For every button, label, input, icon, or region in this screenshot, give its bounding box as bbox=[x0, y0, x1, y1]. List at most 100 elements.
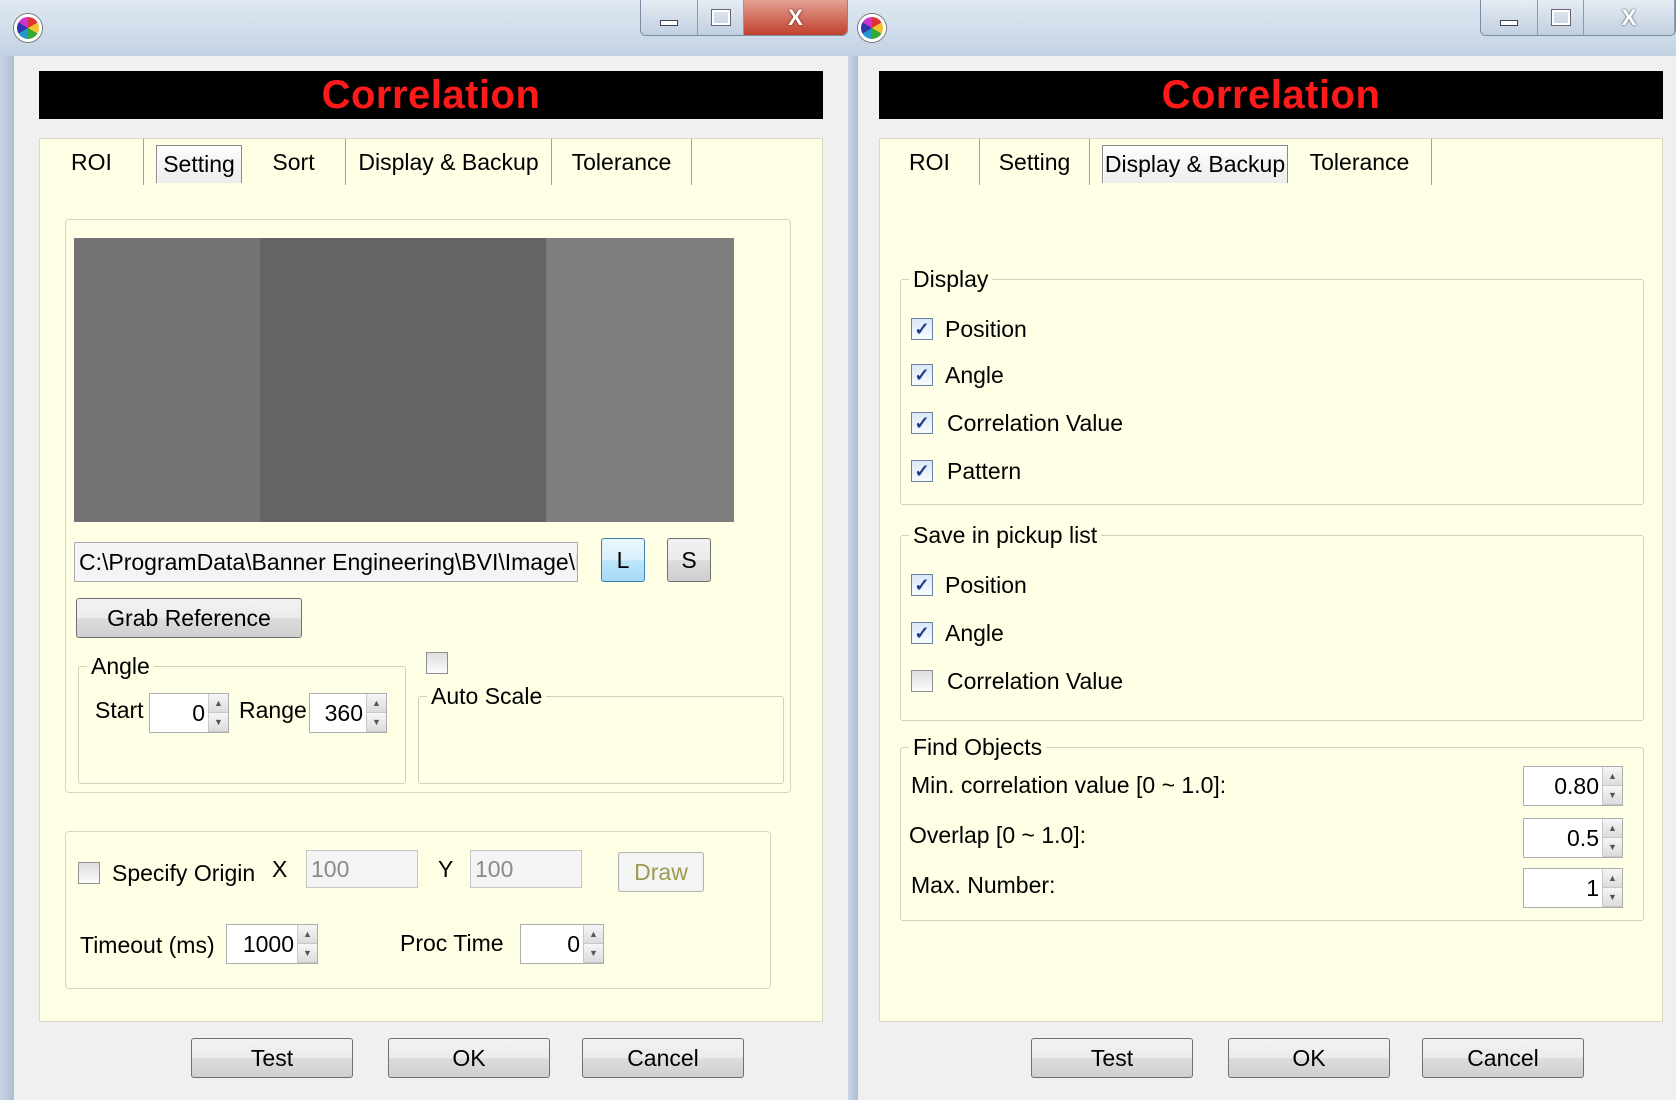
cancel-button[interactable]: Cancel bbox=[1422, 1038, 1584, 1078]
down-arrow-icon[interactable]: ▼ bbox=[298, 944, 317, 963]
page-title: Correlation bbox=[879, 71, 1663, 119]
start-value: 0 bbox=[192, 699, 205, 726]
range-value: 360 bbox=[324, 699, 363, 726]
minimize-button[interactable] bbox=[641, 0, 699, 35]
display-group-label: Display bbox=[909, 266, 993, 293]
app-icon[interactable] bbox=[858, 14, 886, 42]
minimize-button[interactable] bbox=[1481, 0, 1539, 35]
tab-display-backup[interactable]: Display & Backup bbox=[1102, 145, 1288, 183]
start-stepper[interactable]: 0 ▲ ▼ bbox=[149, 693, 229, 733]
proc-time-value: 0 bbox=[567, 930, 580, 957]
image-path-field[interactable]: C:\ProgramData\Banner Engineering\BVI\Im… bbox=[74, 542, 578, 582]
load-button[interactable]: L bbox=[601, 538, 645, 582]
tab-display-backup[interactable]: Display & Backup bbox=[346, 139, 552, 185]
window-frame-left bbox=[0, 56, 14, 1100]
tab-area: ROI Setting Display & Backup Tolerance D… bbox=[879, 138, 1663, 1022]
window-frame-left bbox=[848, 56, 858, 1100]
display-angle-checkbox[interactable]: ✓ bbox=[911, 364, 933, 386]
up-arrow-icon[interactable]: ▲ bbox=[367, 694, 386, 713]
minimize-icon bbox=[660, 19, 679, 26]
display-correlation-label: Correlation Value bbox=[947, 410, 1124, 436]
tab-sort[interactable]: Sort bbox=[242, 139, 346, 185]
tab-area: ROI Setting Sort Display & Backup Tolera… bbox=[39, 138, 823, 1022]
ok-button[interactable]: OK bbox=[388, 1038, 550, 1078]
ok-button[interactable]: OK bbox=[1228, 1038, 1390, 1078]
auto-scale-checkbox[interactable] bbox=[426, 652, 448, 674]
range-stepper[interactable]: 360 ▲ ▼ bbox=[309, 693, 387, 733]
stepper-arrows[interactable]: ▲ ▼ bbox=[583, 925, 603, 963]
tab-setting[interactable]: Setting bbox=[980, 139, 1090, 185]
y-label: Y bbox=[438, 856, 454, 882]
stepper-arrows[interactable]: ▲ ▼ bbox=[366, 694, 386, 732]
timeout-stepper[interactable]: 1000 ▲ ▼ bbox=[226, 924, 318, 964]
up-arrow-icon[interactable]: ▲ bbox=[1603, 819, 1622, 838]
angle-group: Angle Start 0 ▲ ▼ Range 360 ▲ ▼ bbox=[78, 653, 406, 784]
down-arrow-icon[interactable]: ▼ bbox=[209, 713, 228, 732]
down-arrow-icon[interactable]: ▼ bbox=[367, 713, 386, 732]
down-arrow-icon[interactable]: ▼ bbox=[1603, 888, 1622, 907]
down-arrow-icon[interactable]: ▼ bbox=[584, 944, 603, 963]
display-pattern-checkbox[interactable]: ✓ bbox=[911, 460, 933, 482]
grab-reference-button[interactable]: Grab Reference bbox=[76, 598, 302, 638]
pickup-angle-checkbox[interactable]: ✓ bbox=[911, 622, 933, 644]
pickup-correlation-checkbox[interactable] bbox=[911, 670, 933, 692]
display-pattern-label: Pattern bbox=[947, 458, 1022, 484]
maximize-button[interactable] bbox=[698, 0, 745, 35]
pickup-position-checkbox[interactable]: ✓ bbox=[911, 574, 933, 596]
find-objects-group: Find Objects Min. correlation value [0 ~… bbox=[900, 734, 1644, 921]
tab-setting[interactable]: Setting bbox=[156, 145, 242, 183]
save-button[interactable]: S bbox=[667, 538, 711, 582]
left-window: X Correlation ROI Setting Sort Display &… bbox=[0, 0, 848, 1100]
min-correlation-value: 0.80 bbox=[1554, 772, 1599, 799]
stepper-arrows[interactable]: ▲ ▼ bbox=[1602, 767, 1622, 805]
cancel-button[interactable]: Cancel bbox=[582, 1038, 744, 1078]
display-group: Display ✓ Position ✓ Angle ✓ Correlation… bbox=[900, 266, 1644, 505]
close-button[interactable]: X bbox=[744, 0, 847, 35]
start-label: Start bbox=[95, 697, 144, 723]
app-icon[interactable] bbox=[14, 14, 42, 42]
max-number-stepper[interactable]: 1 ▲ ▼ bbox=[1523, 868, 1623, 908]
draw-button[interactable]: Draw bbox=[618, 852, 704, 892]
up-arrow-icon[interactable]: ▲ bbox=[209, 694, 228, 713]
display-correlation-checkbox[interactable]: ✓ bbox=[911, 412, 933, 434]
up-arrow-icon[interactable]: ▲ bbox=[1603, 767, 1622, 786]
maximize-icon bbox=[1551, 10, 1570, 25]
reference-panel: C:\ProgramData\Banner Engineering\BVI\Im… bbox=[65, 219, 791, 793]
caption-buttons: X bbox=[640, 0, 848, 36]
maximize-icon bbox=[711, 10, 730, 25]
stepper-arrows[interactable]: ▲ ▼ bbox=[1602, 819, 1622, 857]
pickup-angle-label: Angle bbox=[945, 620, 1004, 646]
up-arrow-icon[interactable]: ▲ bbox=[1603, 869, 1622, 888]
max-number-label: Max. Number: bbox=[911, 872, 1056, 898]
tab-roi[interactable]: ROI bbox=[880, 139, 980, 185]
down-arrow-icon[interactable]: ▼ bbox=[1603, 838, 1622, 857]
image-region bbox=[74, 238, 260, 522]
origin-x-field[interactable]: 100 bbox=[306, 850, 418, 888]
tab-tolerance[interactable]: Tolerance bbox=[552, 139, 692, 185]
minimize-icon bbox=[1500, 19, 1519, 26]
overlap-label: Overlap [0 ~ 1.0]: bbox=[909, 822, 1087, 848]
proc-time-stepper[interactable]: 0 ▲ ▼ bbox=[520, 924, 604, 964]
stepper-arrows[interactable]: ▲ ▼ bbox=[297, 925, 317, 963]
origin-y-field[interactable]: 100 bbox=[470, 850, 582, 888]
range-label: Range bbox=[239, 697, 307, 723]
test-button[interactable]: Test bbox=[1031, 1038, 1193, 1078]
pickup-correlation-label: Correlation Value bbox=[947, 668, 1124, 694]
specify-origin-checkbox[interactable] bbox=[78, 862, 100, 884]
up-arrow-icon[interactable]: ▲ bbox=[584, 925, 603, 944]
tab-tolerance[interactable]: Tolerance bbox=[1288, 139, 1432, 185]
stepper-arrows[interactable]: ▲ ▼ bbox=[208, 694, 228, 732]
up-arrow-icon[interactable]: ▲ bbox=[298, 925, 317, 944]
test-button[interactable]: Test bbox=[191, 1038, 353, 1078]
down-arrow-icon[interactable]: ▼ bbox=[1603, 786, 1622, 805]
overlap-stepper[interactable]: 0.5 ▲ ▼ bbox=[1523, 818, 1623, 858]
tab-roi[interactable]: ROI bbox=[40, 139, 144, 185]
display-position-checkbox[interactable]: ✓ bbox=[911, 318, 933, 340]
close-button[interactable]: X bbox=[1583, 0, 1675, 35]
auto-scale-group: Auto Scale bbox=[418, 683, 784, 784]
min-correlation-stepper[interactable]: 0.80 ▲ ▼ bbox=[1523, 766, 1623, 806]
timeout-value: 1000 bbox=[242, 930, 294, 957]
caption-buttons: X bbox=[1480, 0, 1676, 36]
maximize-button[interactable] bbox=[1538, 0, 1584, 35]
stepper-arrows[interactable]: ▲ ▼ bbox=[1602, 869, 1622, 907]
